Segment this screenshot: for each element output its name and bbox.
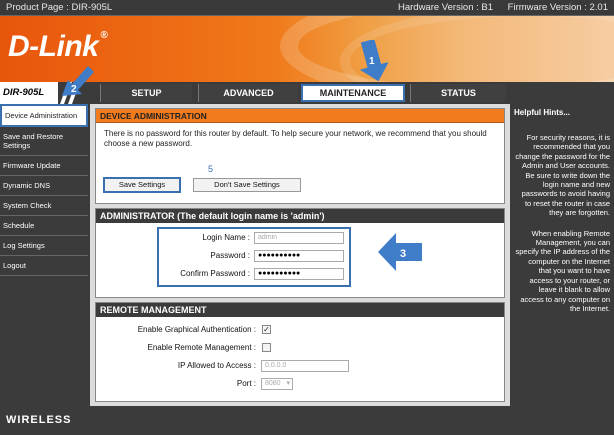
callout-5: 5 [208, 164, 214, 174]
login-name-input[interactable]: admin [254, 232, 344, 244]
callout-2-arrow-icon: 2 [62, 66, 94, 96]
sidebar-item-device-administration[interactable]: Device Administration [0, 104, 88, 127]
sidebar-item-schedule[interactable]: Schedule [0, 216, 88, 236]
model-label: DIR-905L [0, 82, 58, 104]
graphical-auth-label: Enable Graphical Authentication : [137, 325, 256, 334]
sidebar-item-log-settings[interactable]: Log Settings [0, 236, 88, 256]
device-admin-description: There is no password for this router by … [104, 129, 487, 148]
tab-advanced[interactable]: ADVANCED [198, 84, 298, 102]
product-page: Product Page : DIR-905L [6, 2, 113, 13]
helpful-hints: Helpful Hints... For security reasons, i… [510, 104, 614, 406]
main-content: DEVICE ADMINISTRATION There is no passwo… [90, 104, 510, 406]
remote-management-label: Enable Remote Management : [147, 343, 256, 352]
confirm-password-label: Confirm Password : [180, 269, 250, 278]
callout-2-label: 2 [71, 84, 77, 95]
callout-1-label: 1 [369, 56, 375, 67]
callout-3-label: 3 [400, 248, 406, 260]
sidebar-item-logout[interactable]: Logout [0, 256, 88, 276]
tab-setup[interactable]: SETUP [100, 84, 192, 102]
sidebar-item-firmware-update[interactable]: Firmware Update [0, 156, 88, 176]
ip-allowed-label: IP Allowed to Access : [177, 361, 256, 370]
administrator-title: ADMINISTRATOR (The default login name is… [96, 209, 504, 223]
version-info: Hardware Version : B1 Firmware Version :… [386, 0, 608, 16]
sidebar-item-save-restore[interactable]: Save and Restore Settings [0, 127, 88, 156]
remote-management-title: REMOTE MANAGEMENT [96, 303, 504, 317]
firmware-version: Firmware Version : 2.01 [507, 2, 608, 13]
password-label: Password : [210, 251, 250, 260]
top-info-bar: Product Page : DIR-905L Hardware Version… [0, 0, 614, 16]
port-select[interactable]: 8080 ▾ [261, 378, 293, 390]
hints-title: Helpful Hints... [514, 108, 570, 117]
hardware-version: Hardware Version : B1 [397, 2, 494, 13]
graphical-auth-checkbox[interactable]: ✓ [262, 325, 271, 334]
remote-management-checkbox[interactable] [262, 343, 271, 352]
sidebar: Device Administration Save and Restore S… [0, 104, 90, 406]
administrator-panel: ADMINISTRATOR (The default login name is… [95, 208, 505, 298]
save-settings-button[interactable]: Save Settings [103, 177, 181, 193]
device-admin-title: DEVICE ADMINISTRATION [96, 109, 504, 123]
ip-allowed-input[interactable]: 0.0.0.0 [261, 360, 349, 372]
login-name-label: Login Name : [202, 233, 250, 242]
chevron-down-icon: ▾ [286, 380, 290, 387]
device-admin-panel: DEVICE ADMINISTRATION There is no passwo… [95, 108, 505, 204]
sidebar-item-dynamic-dns[interactable]: Dynamic DNS [0, 176, 88, 196]
hints-security: For security reasons, it is recommended … [515, 133, 610, 218]
tab-maintenance[interactable]: MAINTENANCE [301, 84, 405, 102]
callout-1-arrow-icon: 1 [359, 40, 388, 82]
hints-remote: When enabling Remote Management, you can… [515, 228, 610, 313]
remote-management-panel: REMOTE MANAGEMENT Enable Graphical Authe… [95, 302, 505, 402]
tab-status[interactable]: STATUS [410, 84, 506, 102]
dlink-logo: D-Link ® [8, 30, 108, 63]
confirm-password-input[interactable]: ●●●●●●●●●● [254, 268, 344, 280]
dont-save-settings-button[interactable]: Don't Save Settings [193, 178, 301, 192]
port-label: Port : [236, 379, 256, 388]
sidebar-item-system-check[interactable]: System Check [0, 196, 88, 216]
footer-wireless: WIRELESS [0, 406, 614, 435]
callout-3-arrow-icon: 3 [378, 233, 422, 271]
password-input[interactable]: ●●●●●●●●●● [254, 250, 344, 262]
